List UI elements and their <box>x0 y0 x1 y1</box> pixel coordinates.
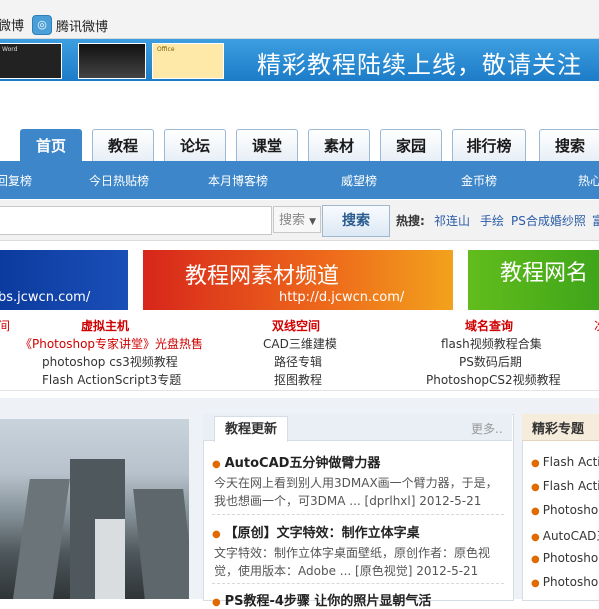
topic-link[interactable]: ●Photoshop <box>531 575 599 589</box>
subnav-today-hot[interactable]: 今日热贴榜 <box>89 172 149 189</box>
bullet-icon: ● <box>531 458 540 469</box>
grid-link[interactable]: 《Photoshop专家讲堂》光盘热售 <box>20 335 203 352</box>
subnav-gold-rank[interactable]: 金币榜 <box>461 172 497 189</box>
browser-links-bar: 微博 ◎ 腾讯微博 <box>0 0 599 39</box>
hot-search-link[interactable]: 富 <box>592 212 599 229</box>
article-title[interactable]: 【原创】文字特效：制作立体字桌 <box>225 526 420 541</box>
tab-tutorial-updates[interactable]: 教程更新 <box>214 416 288 442</box>
tencent-weibo-icon: ◎ <box>32 15 52 35</box>
banner-slogan: 精彩教程陆续上线，敬请关注 <box>257 51 582 79</box>
subnav-prestige-rank[interactable]: 威望榜 <box>341 172 377 189</box>
header-banner: Word Office 精彩教程陆续上线，敬请关注 <box>0 39 599 81</box>
grid-link[interactable]: PS数码后期 <box>459 353 522 370</box>
topic-label: Photoshop <box>542 551 599 565</box>
bullet-icon: ● <box>531 554 540 565</box>
ad-banner-bbs[interactable]: bs.jcwcn.com/ <box>0 250 128 310</box>
bullet-icon: ● <box>531 578 540 589</box>
grid-link[interactable]: flash视频教程合集 <box>441 335 542 352</box>
search-scope-select[interactable]: 搜索 ▼ <box>273 206 321 233</box>
grid-link[interactable]: 次 <box>594 317 599 334</box>
sub-nav: 回复榜 今日热贴榜 本月博客榜 威望榜 金币榜 热心 <box>0 161 599 199</box>
grid-link[interactable]: photoshop cs3视频教程 <box>42 353 178 370</box>
subnav-helpful[interactable]: 热心 <box>578 172 599 189</box>
grid-link[interactable]: CAD三维建模 <box>263 335 337 352</box>
bullet-icon: ● <box>531 532 540 543</box>
ad-materials-title: 教程网素材频道 <box>185 264 340 289</box>
tab-tutorials[interactable]: 教程 <box>92 129 154 162</box>
tab-classroom[interactable]: 课堂 <box>236 129 298 162</box>
topic-link[interactable]: ●Photoshop <box>531 503 599 517</box>
banner-thumb-word-label: Word <box>2 46 18 53</box>
search-button[interactable]: 搜索 <box>322 205 390 237</box>
ad-famous-title: 教程网名 <box>500 261 589 286</box>
topic-label: Flash Action <box>542 479 599 493</box>
more-link[interactable]: 更多.. <box>471 420 503 437</box>
topic-label: Flash Action <box>542 455 599 469</box>
grid-link-heading[interactable]: 双线空间 <box>272 317 320 334</box>
grid-link[interactable]: 抠图教程 <box>274 371 322 388</box>
tencent-weibo-label: 腾讯微博 <box>56 19 109 35</box>
banner-thumb-photo[interactable] <box>78 43 146 79</box>
tab-home-garden[interactable]: 家园 <box>380 129 442 162</box>
bullet-icon: ● <box>531 506 540 517</box>
ad-banner-famous[interactable]: 教程网名 <box>468 250 599 310</box>
article-item: ● AutoCAD五分钟做臂力器 <box>212 452 380 471</box>
banner-thumb-office-label: Office <box>157 46 175 53</box>
banner-thumb-office[interactable]: Office <box>152 43 224 79</box>
bullet-icon: ● <box>212 459 221 470</box>
tab-forum[interactable]: 论坛 <box>164 129 226 162</box>
tab-rankings[interactable]: 排行榜 <box>452 129 526 162</box>
topic-link[interactable]: ●Flash Action <box>531 479 599 493</box>
tab-home[interactable]: 首页 <box>20 129 82 162</box>
featured-photo[interactable] <box>0 419 189 599</box>
grid-link[interactable]: 路径专辑 <box>274 353 322 370</box>
bullet-icon: ● <box>212 529 221 540</box>
tab-materials[interactable]: 素材 <box>308 129 370 162</box>
banner-thumb-word[interactable]: Word <box>0 43 62 79</box>
grid-link[interactable]: 间 <box>0 317 10 334</box>
grid-link[interactable]: PhotoshopCS2视频教程 <box>426 371 561 388</box>
article-summary: 今天在网上看到别人用3DMAX画一个臂力器，于是，我也想画一个，可3DMA ..… <box>214 476 498 508</box>
topic-label: AutoCAD三 <box>542 529 599 543</box>
weibo-link[interactable]: 微博 <box>0 15 24 34</box>
chevron-down-icon: ▼ <box>309 217 317 227</box>
bullet-icon: ● <box>531 482 540 493</box>
hot-search-link[interactable]: 祁连山 <box>434 212 470 229</box>
article-title[interactable]: PS教程-4步骤 让你的照片显朝气活 <box>225 594 432 609</box>
ad-materials-url: http://d.jcwcn.com/ <box>279 290 405 305</box>
topics-title: 精彩专题 <box>532 422 585 437</box>
hot-search-label: 热搜: <box>396 214 425 228</box>
ad-banner-materials[interactable]: 教程网素材频道 http://d.jcwcn.com/ <box>143 250 453 310</box>
article-summary: 文字特效：制作立体字桌面壁纸，原创作者：原色视觉，使用版本：Adobe ... … <box>214 546 491 578</box>
search-input[interactable] <box>0 206 272 235</box>
ad-bbs-url: bs.jcwcn.com/ <box>0 290 91 305</box>
article-item: ● 【原创】文字特效：制作立体字桌 <box>212 522 420 541</box>
grid-link-heading[interactable]: 域名查询 <box>465 317 513 334</box>
tab-search[interactable]: 搜索 <box>539 129 599 162</box>
hot-search-link[interactable]: 手绘 <box>480 212 504 229</box>
tencent-weibo-link[interactable]: ◎ 腾讯微博 <box>32 15 108 35</box>
hot-search-link[interactable]: PS合成婚纱照 <box>511 212 586 229</box>
divider <box>212 514 504 516</box>
grid-link-heading[interactable]: 虚拟主机 <box>81 317 129 334</box>
article-item: ● PS教程-4步骤 让你的照片显朝气活 <box>212 590 431 609</box>
grid-link[interactable]: Flash ActionScript3专题 <box>42 371 181 388</box>
topic-label: Photoshop <box>542 575 599 589</box>
divider <box>212 583 504 585</box>
topic-link[interactable]: ●Flash Action <box>531 455 599 469</box>
article-title[interactable]: AutoCAD五分钟做臂力器 <box>225 456 381 471</box>
topic-link[interactable]: ●AutoCAD三 <box>531 527 599 544</box>
subnav-blog-rank[interactable]: 本月博客榜 <box>208 172 268 189</box>
subnav-reply-rank[interactable]: 回复榜 <box>0 172 32 189</box>
divider <box>0 390 599 391</box>
search-scope-value: 搜索 <box>279 213 306 228</box>
topic-link[interactable]: ●Photoshop <box>531 551 599 565</box>
topic-label: Photoshop <box>542 503 599 517</box>
